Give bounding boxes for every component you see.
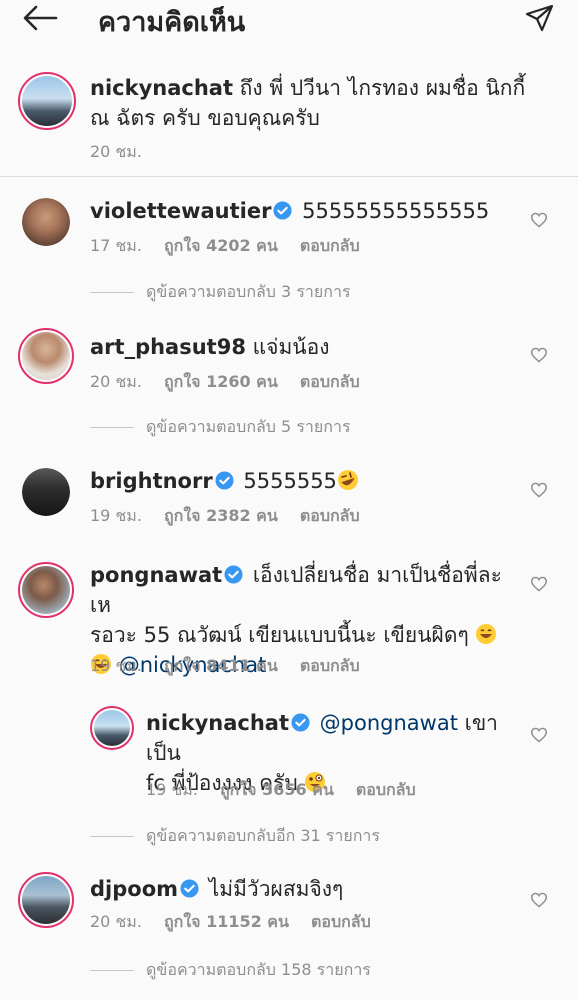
heart-outline-icon[interactable] bbox=[530, 212, 548, 228]
comment-time: 19 ชม. bbox=[90, 656, 142, 675]
view-replies-button[interactable]: ดูข้อความตอบกลับ 158 รายการ bbox=[90, 958, 371, 983]
caption-time: 20 ชม. bbox=[90, 142, 142, 161]
avatar[interactable] bbox=[18, 562, 74, 618]
view-replies-button[interactable]: ดูข้อความตอบกลับ 5 รายการ bbox=[90, 415, 351, 440]
avatar[interactable] bbox=[22, 468, 70, 516]
reply-button[interactable]: ตอบกลับ bbox=[300, 236, 360, 255]
comment-time: 19 ชม. bbox=[146, 780, 198, 799]
divider bbox=[0, 176, 578, 177]
like-count[interactable]: ถูกใจ 3656 คน bbox=[220, 780, 334, 799]
top-bar: ความคิดเห็น bbox=[0, 0, 578, 38]
reply-button[interactable]: ตอบกลับ bbox=[356, 780, 416, 799]
heart-outline-icon[interactable] bbox=[530, 482, 548, 498]
grinning-emoji-icon bbox=[476, 624, 497, 644]
view-replies-button[interactable]: ดูข้อความตอบกลับอีก 31 รายการ bbox=[90, 824, 380, 849]
verified-badge-icon bbox=[291, 713, 310, 732]
comment-time: 20 ชม. bbox=[90, 372, 142, 391]
comment-username[interactable]: pongnawat bbox=[90, 563, 222, 587]
comment-username[interactable]: brightnorr bbox=[90, 469, 213, 493]
heart-outline-icon[interactable] bbox=[530, 576, 548, 592]
avatar[interactable] bbox=[18, 872, 74, 928]
verified-badge-icon bbox=[180, 879, 199, 898]
like-count[interactable]: ถูกใจ 8411 คน bbox=[164, 656, 278, 675]
view-replies-button[interactable]: ดูข้อความตอบกลับ 3 รายการ bbox=[90, 280, 351, 305]
avatar[interactable] bbox=[18, 328, 74, 384]
like-count[interactable]: ถูกใจ 4202 คน bbox=[164, 236, 278, 255]
page-title: ความคิดเห็น bbox=[98, 7, 246, 38]
reply-button[interactable]: ตอบกลับ bbox=[300, 656, 360, 675]
comment-text: ไม่มีวัวผสมจิงๆ bbox=[208, 877, 344, 901]
caption-username[interactable]: nickynachat bbox=[90, 76, 233, 100]
paper-plane-icon bbox=[525, 4, 554, 32]
arrow-left-icon bbox=[23, 5, 58, 31]
comment-username[interactable]: nickynachat bbox=[146, 711, 289, 735]
mention-link[interactable]: @pongnawat bbox=[320, 711, 458, 735]
comment-username[interactable]: djpoom bbox=[90, 877, 178, 901]
avatar[interactable] bbox=[22, 198, 70, 246]
back-button[interactable] bbox=[20, 2, 60, 34]
reply-button[interactable]: ตอบกลับ bbox=[311, 912, 371, 931]
heart-outline-icon[interactable] bbox=[530, 892, 548, 908]
heart-outline-icon[interactable] bbox=[530, 727, 548, 743]
avatar[interactable] bbox=[18, 72, 76, 130]
comment-username[interactable]: violettewautier bbox=[90, 199, 271, 223]
like-count[interactable]: ถูกใจ 2382 คน bbox=[164, 506, 278, 525]
verified-badge-icon bbox=[215, 471, 234, 490]
comment-text: 5555555 bbox=[243, 469, 337, 493]
comment-time: 19 ชม. bbox=[90, 506, 142, 525]
reply-button[interactable]: ตอบกลับ bbox=[300, 372, 360, 391]
like-count[interactable]: ถูกใจ 1260 คน bbox=[164, 372, 278, 391]
rofl-emoji-icon bbox=[337, 470, 358, 490]
comment-text: 55555555555555 bbox=[302, 199, 490, 223]
share-button[interactable] bbox=[524, 2, 556, 34]
comment-time: 20 ชม. bbox=[90, 912, 142, 931]
verified-badge-icon bbox=[273, 201, 292, 220]
comment-text: แจ่มน้อง bbox=[252, 335, 330, 359]
verified-badge-icon bbox=[224, 565, 243, 584]
like-count[interactable]: ถูกใจ 11152 คน bbox=[164, 912, 289, 931]
avatar[interactable] bbox=[90, 706, 134, 750]
comment-time: 17 ชม. bbox=[90, 236, 142, 255]
comment-text: รอวะ 55 ณวัฒน์ เขียนแบบนี้นะ เขียนผิดๆ bbox=[90, 623, 469, 647]
comment-username[interactable]: art_phasut98 bbox=[90, 335, 246, 359]
reply-button[interactable]: ตอบกลับ bbox=[300, 506, 360, 525]
heart-outline-icon[interactable] bbox=[530, 347, 548, 363]
